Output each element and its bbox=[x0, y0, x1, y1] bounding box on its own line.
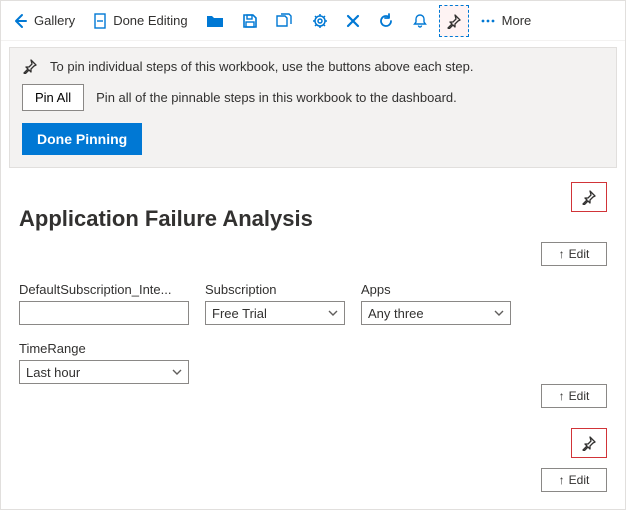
param-label: Subscription bbox=[205, 282, 345, 297]
edit-label: Edit bbox=[569, 473, 590, 487]
done-editing-icon bbox=[93, 13, 107, 29]
step-pin-button[interactable] bbox=[571, 182, 607, 212]
toolbar: Gallery Done Editing More bbox=[1, 1, 625, 41]
close-button[interactable] bbox=[339, 5, 367, 37]
pin-info-banner: To pin individual steps of this workbook… bbox=[9, 47, 617, 168]
param-value: Free Trial bbox=[212, 306, 267, 321]
param-value: Any three bbox=[368, 306, 424, 321]
step-pin-button[interactable] bbox=[571, 428, 607, 458]
done-pinning-button[interactable]: Done Pinning bbox=[22, 123, 142, 155]
more-label: More bbox=[502, 13, 532, 28]
pin-mode-button[interactable] bbox=[439, 5, 469, 37]
settings-button[interactable] bbox=[305, 5, 335, 37]
default-subscription-input[interactable] bbox=[19, 301, 189, 325]
workbook-body: Application Failure Analysis ↑ Edit Defa… bbox=[1, 168, 625, 384]
refresh-button[interactable] bbox=[371, 5, 401, 37]
subscription-dropdown[interactable]: Free Trial bbox=[205, 301, 345, 325]
gallery-label: Gallery bbox=[34, 13, 75, 28]
save-copy-icon bbox=[276, 13, 294, 29]
edit-step-button[interactable]: ↑ Edit bbox=[541, 242, 607, 266]
folder-icon bbox=[206, 14, 224, 28]
more-button[interactable]: More bbox=[473, 5, 539, 37]
save-button[interactable] bbox=[235, 5, 265, 37]
gear-icon bbox=[312, 13, 328, 29]
bell-icon bbox=[412, 13, 428, 29]
pin-all-description: Pin all of the pinnable steps in this wo… bbox=[96, 90, 457, 105]
param-label: TimeRange bbox=[19, 341, 189, 356]
pin-icon bbox=[446, 13, 462, 29]
timerange-dropdown[interactable]: Last hour bbox=[19, 360, 189, 384]
open-button[interactable] bbox=[199, 5, 231, 37]
back-gallery-button[interactable]: Gallery bbox=[5, 5, 82, 37]
param-label: DefaultSubscription_Inte... bbox=[19, 282, 189, 297]
edit-label: Edit bbox=[569, 247, 590, 261]
page-heading: Application Failure Analysis bbox=[19, 206, 607, 232]
chevron-down-icon bbox=[172, 369, 182, 375]
pin-info-text: To pin individual steps of this workbook… bbox=[50, 59, 473, 74]
back-arrow-icon bbox=[12, 13, 28, 29]
chevron-down-icon bbox=[494, 310, 504, 316]
apps-dropdown[interactable]: Any three bbox=[361, 301, 511, 325]
arrow-up-icon: ↑ bbox=[559, 247, 565, 261]
done-editing-button[interactable]: Done Editing bbox=[86, 5, 194, 37]
alert-button[interactable] bbox=[405, 5, 435, 37]
save-icon bbox=[242, 13, 258, 29]
save-copy-button[interactable] bbox=[269, 5, 301, 37]
done-editing-label: Done Editing bbox=[113, 13, 187, 28]
edit-label: Edit bbox=[569, 389, 590, 403]
pin-icon bbox=[581, 435, 597, 451]
pin-icon bbox=[22, 58, 38, 74]
param-value: Last hour bbox=[26, 365, 80, 380]
arrow-up-icon: ↑ bbox=[559, 389, 565, 403]
edit-step-button[interactable]: ↑ Edit bbox=[541, 468, 607, 492]
param-label: Apps bbox=[361, 282, 511, 297]
pin-all-button[interactable]: Pin All bbox=[22, 84, 84, 111]
edit-step-button[interactable]: ↑ Edit bbox=[541, 384, 607, 408]
close-icon bbox=[346, 14, 360, 28]
chevron-down-icon bbox=[328, 310, 338, 316]
parameters-block: DefaultSubscription_Inte... Subscription… bbox=[19, 282, 607, 384]
pin-icon bbox=[581, 189, 597, 205]
more-icon bbox=[480, 18, 496, 24]
arrow-up-icon: ↑ bbox=[559, 473, 565, 487]
refresh-icon bbox=[378, 13, 394, 29]
